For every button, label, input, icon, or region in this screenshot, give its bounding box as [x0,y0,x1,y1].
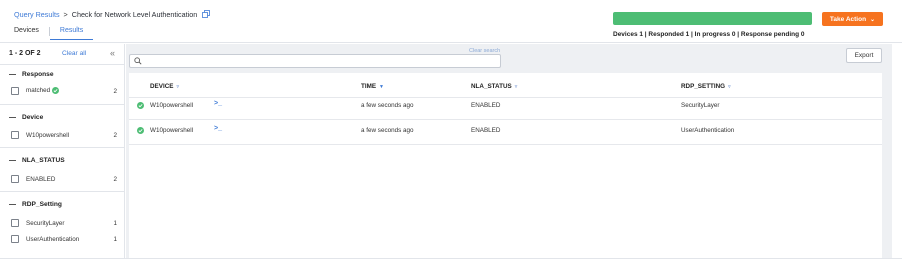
facet-title-rdp-setting[interactable]: RDP_Setting [9,201,62,208]
column-header-nla-status[interactable]: NLA_STATUS ▿ [471,83,517,90]
page-header: Query Results > Check for Network Level … [0,0,902,43]
sort-arrow-icon: ▼ [379,83,384,90]
tab-results[interactable]: Results [49,25,94,40]
breadcrumb-query-results-link[interactable]: Query Results [14,10,60,19]
facet-title-label: Response [22,71,54,78]
sort-arrow-icon: ▿ [728,83,731,90]
export-button[interactable]: Export [846,48,882,63]
terminal-icon[interactable]: >_ [214,100,222,107]
collapse-dash-icon [9,117,16,118]
facet-item-count: 2 [113,175,117,183]
facet-item-label: ENABLED [26,175,56,183]
facet-title-label: Device [22,114,44,121]
progress-bar [613,12,812,25]
checkbox[interactable] [11,87,19,95]
facet-item-matched[interactable]: matched 2 [11,86,117,96]
take-action-button[interactable]: Take Action ⌄ [822,12,883,26]
cell-nla-status: ENABLED [471,127,501,134]
collapse-dash-icon [9,160,16,161]
column-header-label: DEVICE [150,83,174,90]
result-count: 1 - 2 OF 2 [9,50,41,57]
facet-item-count: 2 [113,87,117,95]
breadcrumb-separator: > [63,10,68,19]
facet-title-label: NLA_STATUS [22,157,65,164]
search-icon [134,57,142,65]
column-header-label: RDP_SETTING [681,83,726,90]
column-header-label: TIME [361,83,377,90]
cell-device: W10powershell [150,127,194,134]
breadcrumb: Query Results > Check for Network Level … [14,10,211,20]
facet-item-securitylayer[interactable]: SecurityLayer 1 [11,218,117,228]
facet-item-label: W10powershell [26,131,70,139]
facet-item-label: UserAuthentication [26,235,80,243]
facet-divider [0,104,124,105]
facet-title-label: RDP_Setting [22,201,62,208]
cell-device: W10powershell [150,102,194,109]
clear-all-link[interactable]: Clear all [62,50,86,57]
facet-item-userauthentication[interactable]: UserAuthentication 1 [11,234,117,244]
header-divider [129,97,882,98]
chevron-down-icon: ⌄ [870,16,876,23]
collapse-dash-icon [9,204,16,205]
take-action-label: Take Action [829,15,867,23]
facet-title-device[interactable]: Device [9,114,43,121]
facet-divider [0,147,124,148]
check-circle-icon [137,127,144,134]
search-input[interactable] [144,56,494,66]
column-header-rdp-setting[interactable]: RDP_SETTING ▿ [681,83,731,90]
facet-item-count: 2 [113,131,117,139]
cell-rdp-setting: UserAuthentication [681,127,735,134]
facet-title-response[interactable]: Response [9,71,54,78]
check-circle-icon [137,102,144,109]
checkbox[interactable] [11,219,19,227]
cell-time: a few seconds ago [361,127,414,134]
copy-icon[interactable] [202,10,211,20]
double-chevron-left-icon[interactable]: « [110,48,115,58]
facet-item-count: 1 [113,235,117,243]
facet-item-w10powershell[interactable]: W10powershell 2 [11,130,117,140]
scroll-gutter [892,44,902,258]
breadcrumb-current: Check for Network Level Authentication [71,10,198,19]
sort-arrow-icon: ▿ [176,83,179,90]
cell-rdp-setting: SecurityLayer [681,102,720,109]
collapse-dash-icon [9,74,16,75]
facet-item-label: matched [26,87,60,95]
tab-bar: Devices Results [14,25,94,40]
row-divider [129,144,882,145]
filter-panel-header: 1 - 2 OF 2 Clear all « [0,44,124,65]
filter-panel: 1 - 2 OF 2 Clear all « Response matched … [0,44,125,258]
response-summary: Devices 1 | Responded 1 | In progress 0 … [613,31,805,38]
facet-item-enabled[interactable]: ENABLED 2 [11,174,117,184]
checkbox[interactable] [11,175,19,183]
column-header-time[interactable]: TIME ▼ [361,83,384,90]
facet-item-label: SecurityLayer [26,219,65,227]
cell-time: a few seconds ago [361,102,414,109]
column-header-device[interactable]: DEVICE ▿ [150,83,179,90]
bottom-edge [0,258,902,267]
search-box[interactable] [129,54,501,68]
facet-divider [0,191,124,192]
checkbox[interactable] [11,131,19,139]
tab-devices[interactable]: Devices [14,25,49,40]
progress-bar-fill [613,12,812,25]
facet-title-nla-status[interactable]: NLA_STATUS [9,157,65,164]
sort-arrow-icon: ▿ [514,83,518,90]
terminal-icon[interactable]: >_ [214,125,222,132]
column-header-label: NLA_STATUS [471,83,512,90]
results-table: DEVICE ▿ TIME ▼ NLA_STATUS ▿ RDP_SETTING ▿ W… [129,73,882,258]
check-circle-icon [52,87,60,95]
cell-nla-status: ENABLED [471,102,501,109]
checkbox[interactable] [11,235,19,243]
facet-item-count: 1 [113,219,117,227]
results-main: Clear search Export DEVICE ▿ TIME ▼ NLA_ST… [126,44,892,258]
row-divider [129,119,882,120]
